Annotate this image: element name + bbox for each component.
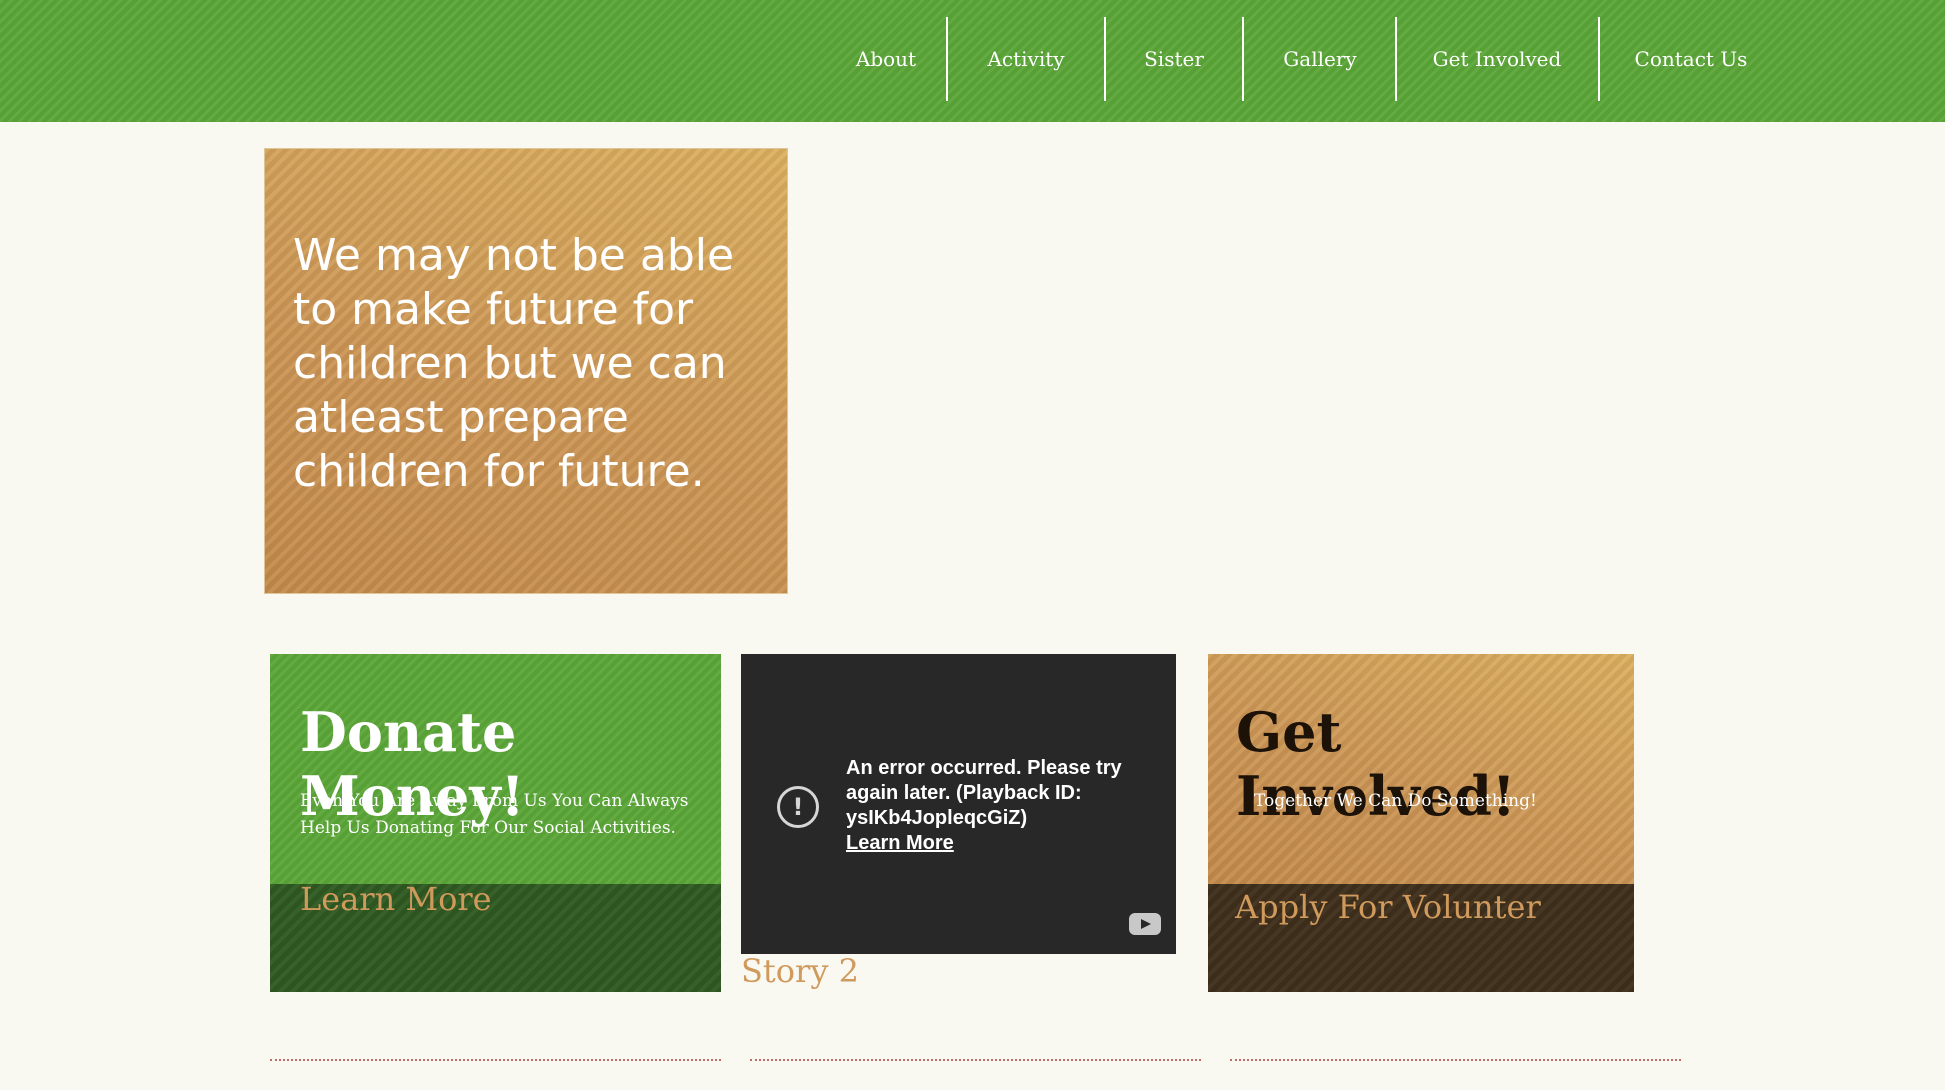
nav-divider [946, 17, 948, 101]
get-involved-card: Get Involved! Together We Can Do Somethi… [1208, 654, 1634, 992]
section-divider [1230, 1059, 1681, 1061]
video-caption: Story 2 [741, 952, 859, 990]
nav-activity[interactable]: Activity [970, 17, 1082, 101]
get-involved-card-footer: Apply For Volunter [1208, 884, 1634, 992]
donate-card-body: Donate Money! Even You Are Away From Us … [270, 654, 721, 884]
nav-sister[interactable]: Sister [1120, 17, 1228, 101]
nav-divider [1395, 17, 1397, 101]
hero-quote-box: We may not be able to make future for ch… [264, 148, 788, 594]
donate-card: Donate Money! Even You Are Away From Us … [270, 654, 721, 992]
video-error-text: An error occurred. Please try again late… [846, 757, 1122, 829]
video-learn-more-link[interactable]: Learn More [846, 831, 1146, 856]
youtube-icon[interactable] [1129, 913, 1161, 935]
donate-card-footer: Learn More [270, 880, 721, 992]
donate-description: Even You Are Away From Us You Can Always… [300, 791, 689, 838]
nav-divider [1242, 17, 1244, 101]
section-divider [750, 1059, 1201, 1061]
nav-gallery[interactable]: Gallery [1262, 17, 1378, 101]
site-header: About Activity Sister Gallery Get Involv… [0, 0, 1945, 122]
alert-circle-icon: ! [777, 786, 819, 828]
nav-divider [1598, 17, 1600, 101]
video-player[interactable]: ! An error occurred. Please try again la… [741, 654, 1176, 954]
nav-about[interactable]: About [836, 17, 936, 101]
donate-learn-more-link[interactable]: Learn More [300, 880, 492, 918]
nav-contact-us[interactable]: Contact Us [1616, 17, 1766, 101]
get-involved-description: Together We Can Do Something! [1254, 791, 1537, 811]
section-divider [270, 1059, 721, 1061]
get-involved-card-body: Get Involved! Together We Can Do Somethi… [1208, 654, 1634, 884]
apply-volunteer-link[interactable]: Apply For Volunter [1235, 888, 1541, 926]
video-error-message: An error occurred. Please try again late… [846, 756, 1146, 856]
nav-divider [1104, 17, 1106, 101]
nav-get-involved[interactable]: Get Involved [1410, 17, 1584, 101]
hero-quote-text: We may not be able to make future for ch… [293, 230, 735, 497]
